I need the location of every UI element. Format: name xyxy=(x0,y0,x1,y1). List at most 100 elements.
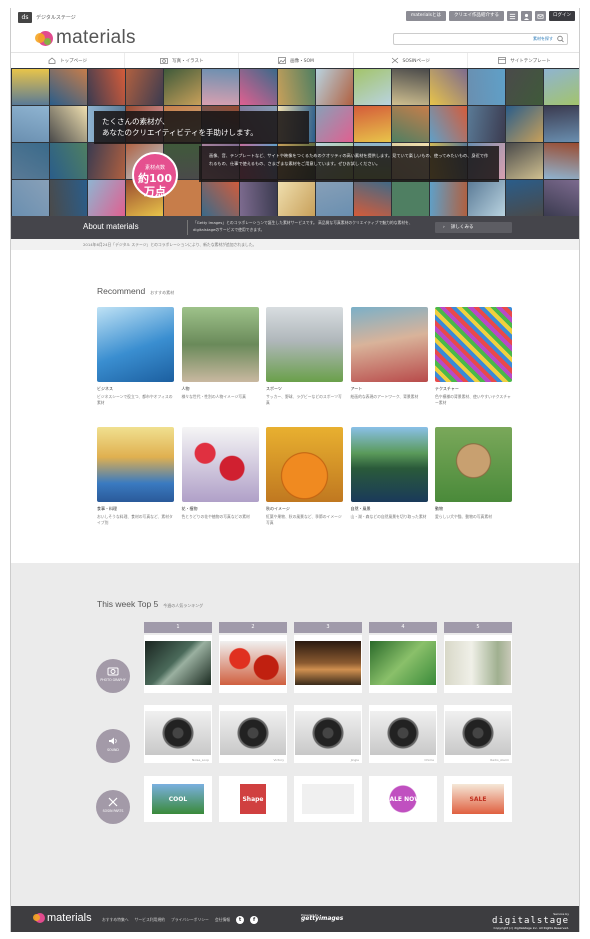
sound-caption: Radio_Alarm xyxy=(490,758,509,762)
recommend-image[interactable] xyxy=(266,307,343,382)
top5-photo-image[interactable] xyxy=(370,641,436,685)
footer-link-company[interactable]: 会社情報 xyxy=(215,917,230,923)
top5-photo-card[interactable] xyxy=(219,635,287,693)
page-frame: ds デジタルステージ materialsとは クリエイ作品紹介する ログイン … xyxy=(10,8,580,932)
speaker-icon[interactable] xyxy=(145,711,211,755)
recommend-image[interactable] xyxy=(266,427,343,502)
rank-tab: 2 xyxy=(219,622,287,633)
digitalstage-name[interactable]: デジタルステージ xyxy=(36,14,76,21)
top5-photo-card[interactable] xyxy=(294,635,362,693)
recommend-card[interactable]: 花・植物 色とりどりの花や植物の写真などの素材 xyxy=(181,427,259,520)
mosaic-tile xyxy=(468,180,505,216)
showcase-link-button[interactable]: クリエイ作品紹介する xyxy=(449,11,504,21)
recommend-image[interactable] xyxy=(435,427,512,502)
list-icon-button[interactable] xyxy=(507,11,518,21)
speaker-icon[interactable] xyxy=(295,711,361,755)
nav-item-photo[interactable]: 写真・イラスト xyxy=(125,53,240,68)
recommend-card[interactable]: 動物 愛らしい犬や猫、動物の写真素材 xyxy=(435,427,512,520)
recommend-card[interactable]: 食事・料理 おいしそうな料理、食材の写真など、素材タイプ別 xyxy=(97,427,174,526)
footer-link-terms[interactable]: サービス利用規約 xyxy=(135,917,165,923)
search-input[interactable] xyxy=(394,34,534,44)
recommend-category: ビジネス xyxy=(97,386,113,391)
getty-credit[interactable]: Powered by gettyimages xyxy=(301,913,343,922)
parts-preview[interactable] xyxy=(302,784,354,814)
top5-photo-card[interactable] xyxy=(444,635,512,693)
about-more-button[interactable]: › 詳しくみる xyxy=(435,222,512,233)
mosaic-tile xyxy=(392,106,429,142)
recommend-image[interactable] xyxy=(435,307,512,382)
top5-photo-card[interactable] xyxy=(369,635,437,693)
top5-parts-card[interactable]: COOL xyxy=(144,776,212,822)
digitalstage-credit[interactable]: Service by digitalstage Copyright (c) di… xyxy=(492,912,569,930)
top5-sound-card[interactable]: Radio_Alarm xyxy=(444,705,512,763)
mosaic-tile xyxy=(544,69,579,105)
mail-icon-button[interactable] xyxy=(535,11,546,21)
nav-label: トップページ xyxy=(60,58,88,64)
digitalstage-logo[interactable]: ds xyxy=(18,12,32,23)
recommend-image[interactable] xyxy=(181,307,259,382)
badge-label: 素材点数 xyxy=(144,165,165,171)
nav-item-sosin[interactable]: SOSINページ xyxy=(354,53,468,68)
parts-preview[interactable]: SALE xyxy=(452,784,504,814)
speaker-icon[interactable] xyxy=(370,711,436,755)
top5-category-parts[interactable]: SOSIN PARTS xyxy=(96,790,130,824)
top5-parts-card[interactable]: SALE NOW xyxy=(369,776,437,822)
recommend-card[interactable]: 自然・風景 山・湖・森などの自然風景を切り取った素材 xyxy=(350,427,428,520)
about-more-label: 詳しくみる xyxy=(450,225,474,230)
recommend-card[interactable]: テクスチャー 色や模様の背景素材、使いやすいテクスチャー素材 xyxy=(435,307,512,406)
mosaic-tile xyxy=(354,106,391,142)
top5-sound-card[interactable]: Jingle xyxy=(294,705,362,763)
footer-link-feature[interactable]: おすすめ特集へ xyxy=(102,917,129,923)
top5-parts-card[interactable]: SALE xyxy=(444,776,512,822)
hero-banner: たくさんの素材が、 あなたのクリエイティビティを手助けします。 画像、音、テンプ… xyxy=(11,68,579,216)
top5-parts-card[interactable] xyxy=(294,776,362,822)
recommend-subtitle: おすすめ素材 xyxy=(150,290,175,295)
parts-preview[interactable]: Shape xyxy=(240,784,266,814)
user-icon-button[interactable] xyxy=(521,11,532,21)
top5-parts-card[interactable]: Shape xyxy=(219,776,287,822)
facebook-icon[interactable]: f xyxy=(250,916,259,924)
top5-heading: This week Top 5 今週の人気ランキング xyxy=(97,599,203,609)
mosaic-tile xyxy=(354,69,391,105)
speaker-icon[interactable] xyxy=(445,711,511,755)
recommend-image[interactable] xyxy=(350,307,428,382)
rank-tab: 3 xyxy=(294,622,362,633)
nav-item-image[interactable]: 画像・SOM xyxy=(239,53,354,68)
recommend-image[interactable] xyxy=(97,427,174,502)
recommend-card[interactable]: 秋のイメージ 紅葉や果物、秋の風景など、季節のイメージ写真 xyxy=(266,427,343,526)
search-button[interactable]: 素材を探す xyxy=(533,35,553,43)
footer-logo[interactable]: materials xyxy=(33,912,92,924)
about-divider xyxy=(187,220,188,235)
recommend-image[interactable] xyxy=(181,427,259,502)
recommend-card[interactable]: 人物 様々な世代・性別の人物イメージ写真 xyxy=(181,307,259,400)
top5-photo-image[interactable] xyxy=(145,641,211,685)
top5-sound-card[interactable]: Noise_Loop xyxy=(144,705,212,763)
nav-item-template[interactable]: サイトテンプレート xyxy=(468,53,579,68)
about-title: About materials xyxy=(83,222,139,231)
top5-sound-card[interactable]: Chime xyxy=(369,705,437,763)
parts-preview[interactable]: COOL xyxy=(152,784,204,814)
top5-photo-image[interactable] xyxy=(220,641,286,685)
template-icon xyxy=(498,57,507,64)
mosaic-tile xyxy=(50,143,87,179)
materials-logo[interactable]: materials xyxy=(35,27,136,49)
recommend-card[interactable]: ビジネス ビジネスシーンで役立つ、都市やオフィスの素材 xyxy=(97,307,174,406)
top5-photo-image[interactable] xyxy=(445,641,511,685)
top5-sound-card[interactable]: Victory xyxy=(219,705,287,763)
about-link-button[interactable]: materialsとは xyxy=(405,11,446,21)
search-icon[interactable] xyxy=(556,35,565,43)
login-button[interactable]: ログイン xyxy=(549,11,575,21)
recommend-image[interactable] xyxy=(350,427,428,502)
recommend-card[interactable]: スポーツ サッカー、野球、ラグビーなどのスポーツ写真 xyxy=(266,307,343,406)
nav-item-top[interactable]: トップページ xyxy=(11,53,126,68)
footer-link-privacy[interactable]: プライバシーポリシー xyxy=(171,917,209,923)
recommend-image[interactable] xyxy=(97,307,174,382)
twitter-icon[interactable]: t xyxy=(236,916,245,924)
speaker-icon[interactable] xyxy=(220,711,286,755)
recommend-card[interactable]: アート 絵画的な表現のアートワーク、背景素材 xyxy=(350,307,428,400)
parts-preview[interactable]: SALE NOW xyxy=(377,784,429,814)
top5-photo-image[interactable] xyxy=(295,641,361,685)
top5-photo-card[interactable] xyxy=(144,635,212,693)
top5-category-sound[interactable]: SOUND xyxy=(96,729,130,763)
top5-category-photo[interactable]: PHOTO GRAPHY xyxy=(96,659,130,693)
